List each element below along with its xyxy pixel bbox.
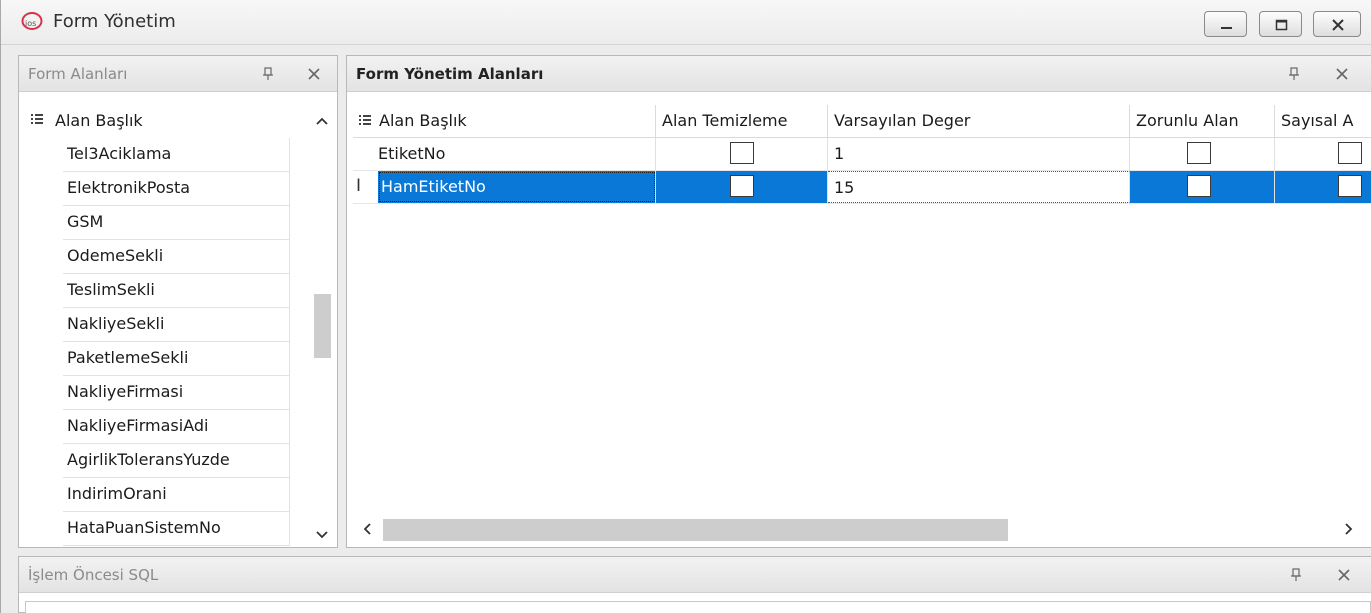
islem-oncesi-sql-title: İşlem Öncesi SQL [28,566,159,584]
column-header-sayisal[interactable]: Sayısal A [1275,105,1371,138]
column-header-alan-baslik[interactable]: Alan Başlık [353,105,656,138]
close-icon[interactable] [305,65,323,83]
column-header-alan-temizleme[interactable]: Alan Temizleme [656,105,828,138]
form-alanlari-list: Tel3Aciklama ElektronikPosta GSM OdemeSe… [25,138,290,546]
form-yonetim-alanlari-title: Form Yönetim Alanları [356,65,544,83]
list-item[interactable]: TeslimSekli [63,274,290,308]
grid-header-row: Alan Başlık Alan Temizleme Varsayılan De… [353,105,1371,138]
close-icon [1332,19,1344,31]
form-yonetim-alanlari-panel: Form Yönetim Alanları Alan Başlık Alan T… [346,55,1371,548]
alan-temizleme-checkbox[interactable] [730,175,754,197]
form-yonetim-alanlari-header: Form Yönetim Alanları [347,56,1371,92]
text-cursor-icon: I [356,176,362,196]
list-item[interactable]: NakliyeSekli [63,308,290,342]
title-bar: ios Form Yönetim [1,0,1371,45]
close-icon[interactable] [1333,65,1351,83]
form-alanlari-title: Form Alanları [28,65,128,83]
alan-baslik-header: Alan Başlık [55,111,143,130]
sayisal-checkbox[interactable] [1338,142,1362,164]
sayisal-checkbox[interactable] [1338,175,1362,197]
pin-icon[interactable] [1285,65,1303,83]
maximize-icon [1275,19,1288,31]
column-header-zorunlu-alan[interactable]: Zorunlu Alan [1130,105,1275,138]
cell-alan-temizleme[interactable] [656,171,828,203]
cell-zorunlu-alan[interactable] [1130,138,1275,170]
list-item[interactable]: Tel3Aciklama [63,138,290,172]
cell-zorunlu-alan[interactable] [1130,171,1275,203]
table-row-selected[interactable]: I HamEtiketNo 15 [353,171,1371,204]
cell-alan-baslik[interactable]: EtiketNo [353,138,656,170]
form-alanlari-header: Form Alanları [19,56,337,92]
list-item[interactable]: AgirlikToleransYuzde [63,444,290,478]
pin-icon[interactable] [1287,566,1305,584]
horizontal-scroll-thumb[interactable] [383,519,1008,541]
svg-text:ios: ios [25,19,36,28]
table-row[interactable]: EtiketNo 1 [353,138,1371,171]
close-icon[interactable] [1335,566,1353,584]
cell-sayisal[interactable] [1275,171,1371,203]
cell-varsayilan-deger-editor[interactable]: 15 [828,171,1130,203]
zorunlu-alan-checkbox[interactable] [1187,142,1211,164]
column-header-varsayilan-deger[interactable]: Varsayılan Deger [828,105,1130,138]
list-item[interactable]: NakliyeFirmasi [63,376,290,410]
cell-sayisal[interactable] [1275,138,1371,170]
islem-oncesi-sql-panel: İşlem Öncesi SQL [18,556,1371,613]
column-chooser-icon[interactable] [30,113,44,127]
form-yonetim-window: ios Form Yönetim Form Alanları Alan Başl… [0,0,1371,613]
vertical-scrollbar[interactable] [309,105,335,545]
cell-alan-temizleme[interactable] [656,138,828,170]
form-alanlari-panel: Form Alanları Alan Başlık Tel3Aciklama E… [18,55,338,548]
minimize-icon [1221,27,1232,29]
zorunlu-alan-checkbox[interactable] [1187,175,1211,197]
alan-temizleme-checkbox[interactable] [730,142,754,164]
maximize-button[interactable] [1259,11,1302,37]
horizontal-scrollbar[interactable] [353,514,1367,544]
list-item[interactable]: ElektronikPosta [63,172,290,206]
app-logo-icon: ios [21,12,43,30]
cell-alan-baslik[interactable]: HamEtiketNo [378,171,656,203]
window-title: Form Yönetim [53,11,176,32]
vertical-scroll-thumb[interactable] [314,294,331,358]
minimize-button[interactable] [1204,11,1247,37]
list-item[interactable]: GSM [63,206,290,240]
scroll-down-icon[interactable] [315,529,329,541]
list-column-header[interactable]: Alan Başlık [25,105,313,138]
list-item[interactable]: OdemeSekli [63,240,290,274]
scroll-up-icon[interactable] [315,115,329,127]
list-item[interactable]: IndirimOrani [63,478,290,512]
list-item[interactable]: PaketlemeSekli [63,342,290,376]
list-item[interactable]: HataPuanSistemNo [63,512,290,546]
cell-varsayilan-deger[interactable]: 1 [828,138,1130,170]
close-window-button[interactable] [1313,11,1361,37]
column-chooser-icon[interactable] [358,114,372,128]
islem-oncesi-sql-header: İşlem Öncesi SQL [19,557,1371,593]
scroll-left-icon[interactable] [361,522,373,536]
pin-icon[interactable] [259,65,277,83]
sql-editor[interactable] [25,601,1371,613]
scroll-right-icon[interactable] [1343,522,1355,536]
list-item[interactable]: NakliyeFirmasiAdi [63,410,290,444]
